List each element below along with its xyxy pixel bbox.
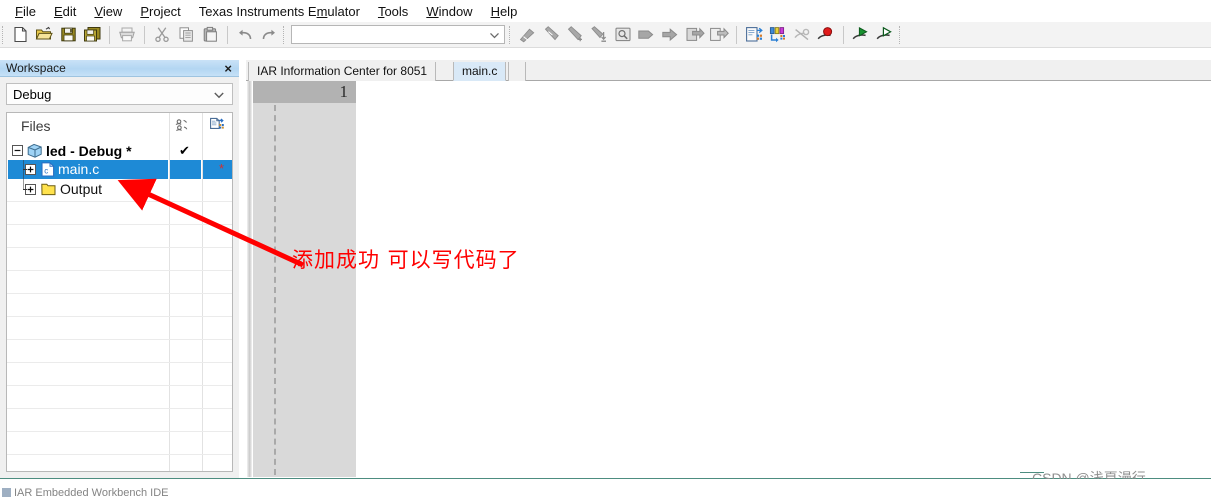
menu-hotkey-tools: T (377, 3, 385, 19)
annotation-text: 添加成功 可以写代码了 (292, 248, 520, 272)
menu-hotkey-edit: E (53, 3, 63, 19)
cut-icon[interactable] (150, 24, 174, 46)
menu-item-project[interactable]: Project (131, 2, 189, 21)
toolbar-grip[interactable] (2, 25, 5, 44)
workspace-title-label: Workspace (6, 61, 66, 75)
menu-item-ti-emulator[interactable]: Texas Instruments Emulator (190, 2, 369, 21)
tree-row-project-label: led - Debug * (46, 143, 132, 159)
c-source-file-icon: c (41, 162, 55, 177)
toolbar-separator-1 (109, 25, 110, 44)
taskbar-app-icon (2, 488, 11, 497)
tree-row-selection-highlight-col3 (203, 160, 232, 179)
toolbar-separator-4 (283, 25, 286, 44)
bookmark-prev-icon[interactable] (539, 24, 563, 46)
toolbar-separator-6 (736, 25, 737, 44)
editor-body[interactable]: 1 (246, 81, 1211, 477)
tree-row-main-c[interactable]: c main.c * (7, 160, 232, 180)
menu-hotkey-view: V (94, 3, 103, 19)
disable-debug-icon[interactable] (790, 24, 814, 46)
menu-item-help[interactable]: Help (482, 2, 527, 21)
code-text-area[interactable] (356, 81, 1211, 477)
gutter-dashed-divider (274, 105, 276, 475)
file-flags-icon (209, 117, 225, 136)
taskbar-item-iar[interactable]: IAR Embedded Workbench IDE (2, 487, 168, 499)
debug-build-icon[interactable] (707, 24, 731, 46)
copy-icon[interactable] (174, 24, 198, 46)
bookmark-clear-icon[interactable] (587, 24, 611, 46)
tab-overflow[interactable] (508, 62, 526, 81)
debug-without-download-icon[interactable] (873, 24, 897, 46)
editor-left-rail[interactable] (247, 81, 252, 477)
tree-row-main-c-modified-flag: * (219, 161, 225, 176)
tree-header-files-label: Files (21, 118, 51, 134)
toolbar-separator-5 (509, 25, 512, 44)
tab-iar-information-center[interactable]: IAR Information Center for 8051 (248, 62, 437, 81)
paste-icon[interactable] (198, 24, 222, 46)
project-tree[interactable]: Files led - Debug * ✔ c main.c * Output (6, 112, 233, 472)
menu-item-window[interactable]: Window (417, 2, 481, 21)
menu-hotkey-project: P (140, 3, 149, 19)
bookmark-next-icon[interactable] (563, 24, 587, 46)
main-toolbar (0, 22, 1211, 48)
expander-minus-icon[interactable] (12, 145, 23, 156)
svg-text:c: c (44, 166, 48, 175)
tree-row-selection-highlight-col2 (170, 160, 201, 179)
toolbar-separator-2 (144, 25, 145, 44)
iar-embedded-workbench-window: File Edit View Project Texas Instruments… (0, 0, 1211, 500)
tree-row-project-build-flag: ✔ (179, 143, 190, 158)
stop-build-icon[interactable] (683, 24, 707, 46)
print-icon[interactable] (115, 24, 139, 46)
line-number-1: 1 (339, 82, 349, 101)
build-status-icon (175, 118, 190, 136)
taskbar-item-label: IAR Embedded Workbench IDE (14, 487, 169, 499)
open-folder-icon[interactable] (32, 24, 56, 46)
new-document-icon[interactable] (8, 24, 32, 46)
next-statement-icon[interactable] (742, 24, 766, 46)
save-all-icon[interactable] (80, 24, 104, 46)
folder-icon (41, 183, 56, 196)
tree-header: Files (7, 113, 232, 141)
menu-item-file[interactable]: File (6, 2, 45, 21)
make-icon[interactable] (659, 24, 683, 46)
redo-icon[interactable] (257, 24, 281, 46)
build-configuration-select[interactable]: Debug (6, 83, 233, 105)
navigation-combo[interactable] (291, 25, 505, 44)
build-configuration-value: Debug (13, 87, 52, 102)
tree-row-output-label: Output (60, 181, 103, 197)
find-in-files-icon[interactable] (611, 24, 635, 46)
menu-item-edit[interactable]: Edit (45, 2, 85, 21)
menu-hotkey-help: H (490, 3, 500, 19)
tree-connector-output (23, 170, 27, 190)
menu-hotkey-ti-emulator: m (316, 3, 328, 19)
save-icon[interactable] (56, 24, 80, 46)
download-and-debug-icon[interactable] (849, 24, 873, 46)
toolbar-separator-7 (843, 25, 844, 44)
editor-tab-strip: IAR Information Center for 8051 main.c (246, 60, 1211, 81)
stop-debugger-icon[interactable] (814, 24, 838, 46)
chevron-down-icon (489, 30, 499, 40)
menu-hotkey-window: W (426, 3, 439, 19)
bookmark-toggle-icon[interactable] (515, 24, 539, 46)
menu-hotkey-file: F (15, 3, 23, 19)
close-icon[interactable]: × (224, 60, 232, 77)
toolbar-separator-3 (227, 25, 228, 44)
menu-item-view[interactable]: View (85, 2, 131, 21)
workspace-panel: Workspace × Debug Files led - Debug * ✔ … (0, 60, 239, 478)
taskbar: IAR Embedded Workbench IDE (0, 479, 1211, 500)
menu-item-tools[interactable]: Tools (369, 2, 417, 21)
compile-icon[interactable] (635, 24, 659, 46)
project-cube-icon (27, 143, 42, 158)
line-number-gutter: 1 (253, 81, 356, 477)
tree-row-output[interactable]: Output (7, 170, 232, 200)
tree-row-main-c-label: main.c (58, 161, 100, 177)
tree-row-project[interactable]: led - Debug * ✔ (7, 141, 232, 161)
toolbar-separator-8 (899, 25, 902, 44)
menu-bar: File Edit View Project Texas Instruments… (0, 0, 1211, 22)
chevron-down-icon (213, 89, 225, 101)
breakpoints-icon[interactable] (766, 24, 790, 46)
workspace-title-bar[interactable]: Workspace × (0, 60, 239, 77)
undo-icon[interactable] (233, 24, 257, 46)
tab-main-c[interactable]: main.c (453, 62, 507, 81)
